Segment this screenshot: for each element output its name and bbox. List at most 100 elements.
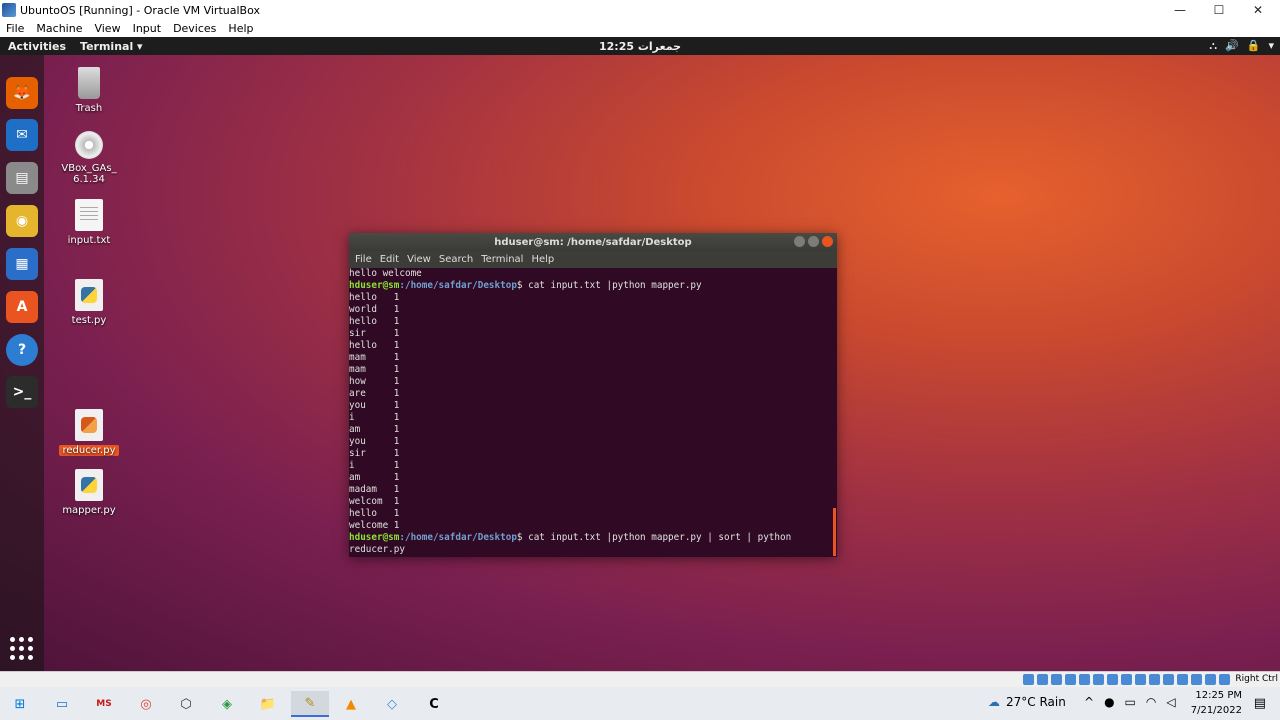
terminal-minimize-button[interactable] <box>794 236 805 247</box>
taskbar-app-1[interactable]: ▭ <box>43 691 81 717</box>
clock-time: 12:25 PM <box>1195 690 1242 701</box>
terminal-line: world 1 <box>349 304 400 315</box>
chevron-down-icon: ▾ <box>1268 39 1274 52</box>
desktop-icon-reducer-py[interactable]: reducer.py <box>59 409 119 456</box>
edge-icon[interactable]: ◈ <box>208 691 246 717</box>
terminal-line: hello 1 <box>349 340 400 351</box>
battery-icon: ▭ <box>1124 695 1136 709</box>
terminal-maximize-button[interactable] <box>808 236 819 247</box>
taskbar-clock[interactable]: 12:25 PM 7/21/2022 <box>1180 688 1242 718</box>
chrome-icon[interactable]: ◎ <box>127 691 165 717</box>
terminal-output-lines: hello 1 world 1 hello 1 sir 1 hello 1 mam 1 ma… <box>349 292 837 532</box>
weather-widget[interactable]: ☁ 27°C Rain <box>988 695 1066 709</box>
taskbar-app-2[interactable]: MS <box>85 691 123 717</box>
terminal-menu-terminal[interactable]: Terminal <box>481 254 523 265</box>
writer-icon[interactable]: ▦ <box>6 248 38 280</box>
virtualbox-app-icon <box>2 3 16 17</box>
terminal-line: you 1 <box>349 400 400 411</box>
menu-file[interactable]: File <box>6 22 24 35</box>
menu-input[interactable]: Input <box>133 22 161 35</box>
prompt-path: :/home/safdar/Desktop <box>399 280 517 291</box>
taskbar-app-10[interactable]: C <box>415 691 453 717</box>
windows-system-tray[interactable]: ^ ● ▭ ◠ ◁ <box>1084 695 1176 709</box>
thunderbird-icon[interactable]: ✉ <box>6 119 38 151</box>
device-status-icons[interactable] <box>1023 674 1230 685</box>
desktop-icon-vbox-gas[interactable]: VBox_GAs_ 6.1.34 <box>59 131 119 185</box>
firefox-icon[interactable]: 🦊 <box>6 77 38 109</box>
terminal-scrollbar[interactable] <box>833 508 836 556</box>
menu-devices[interactable]: Devices <box>173 22 216 35</box>
start-button[interactable]: ⊞ <box>1 691 39 717</box>
system-tray[interactable]: ⛬ 🔊 🔒 ▾ <box>1209 39 1274 53</box>
terminal-menu-file[interactable]: File <box>355 254 372 265</box>
terminal-menubar: File Edit View Search Terminal Help <box>349 251 837 268</box>
menu-view[interactable]: View <box>94 22 120 35</box>
ubuntu-dock: 🦊 ✉ ▤ ◉ ▦ A ? >_ <box>0 55 44 671</box>
terminal-line: hello 1 <box>349 292 400 303</box>
taskbar-app-9[interactable]: ◇ <box>373 691 411 717</box>
terminal-menu-help[interactable]: Help <box>531 254 554 265</box>
gnome-clock[interactable]: جمعرات 12:25 <box>0 40 1280 53</box>
maximize-button[interactable]: ☐ <box>1199 0 1239 20</box>
prompt-user: hduser@sm <box>349 280 400 291</box>
desktop-icon-trash[interactable]: Trash <box>59 67 119 114</box>
terminal-title: hduser@sm: /home/safdar/Desktop <box>494 236 692 248</box>
clock-date: 7/21/2022 <box>1190 705 1242 716</box>
terminal-line: mam 1 <box>349 352 400 363</box>
files-icon[interactable]: ▤ <box>6 162 38 194</box>
terminal-window[interactable]: hduser@sm: /home/safdar/Desktop File Edi… <box>349 233 837 557</box>
terminal-titlebar[interactable]: hduser@sm: /home/safdar/Desktop <box>349 233 837 251</box>
terminal-line: hello 1 <box>349 508 400 519</box>
terminal-line: welcome 1 <box>349 520 400 531</box>
python-file-icon <box>75 409 103 441</box>
terminal-menu-search[interactable]: Search <box>439 254 473 265</box>
terminal-line: am 1 <box>349 424 400 435</box>
menu-machine[interactable]: Machine <box>36 22 82 35</box>
guest-desktop: Activities Terminal ▾ جمعرات 12:25 ⛬ 🔊 🔒… <box>0 37 1280 671</box>
cloud-rain-icon: ☁ <box>988 695 1000 709</box>
terminal-output[interactable]: hello welcome hduser@sm:/home/safdar/Desk… <box>349 268 837 556</box>
terminal-line: sir 1 <box>349 448 400 459</box>
mic-icon: ● <box>1104 695 1115 709</box>
weather-text: 27°C Rain <box>1006 695 1066 709</box>
speaker-icon: ◁ <box>1166 695 1176 709</box>
desktop-icon-input-txt[interactable]: input.txt <box>59 199 119 246</box>
python-file-icon <box>75 469 103 501</box>
desktop-icon-label: Trash <box>75 103 103 114</box>
terminal-line: welcom 1 <box>349 496 400 507</box>
desktop-icon-label: VBox_GAs_ 6.1.34 <box>61 163 117 185</box>
taskbar-app-active[interactable]: ✎ <box>291 691 329 717</box>
prompt-path: :/home/safdar/Desktop <box>399 532 517 543</box>
menu-help[interactable]: Help <box>228 22 253 35</box>
terminal-line: sir 1 <box>349 328 400 339</box>
terminal-menu-view[interactable]: View <box>407 254 431 265</box>
desktop-icon-label: reducer.py <box>59 445 119 456</box>
terminal-line: are 1 <box>349 388 400 399</box>
virtualbox-status-bar: Right Ctrl <box>0 671 1280 687</box>
prompt-user: hduser@sm <box>349 532 400 543</box>
close-button[interactable]: ✕ <box>1238 0 1278 20</box>
software-center-icon[interactable]: A <box>6 291 38 323</box>
desktop-icon-label: input.txt <box>67 235 111 246</box>
terminal-close-button[interactable] <box>822 236 833 247</box>
terminal-menu-edit[interactable]: Edit <box>380 254 399 265</box>
volume-icon: 🔊 <box>1225 39 1239 52</box>
vlc-icon[interactable]: ▲ <box>332 691 370 717</box>
taskbar-app-4[interactable]: ⬡ <box>167 691 205 717</box>
notification-icon[interactable]: ▤ <box>1254 696 1266 711</box>
help-icon[interactable]: ? <box>6 334 38 366</box>
virtualbox-menubar: File Machine View Input Devices Help <box>0 20 1280 37</box>
show-applications-icon[interactable] <box>10 637 34 661</box>
terminal-icon[interactable]: >_ <box>6 376 38 408</box>
wifi-icon: ◠ <box>1145 695 1157 709</box>
desktop-icon-test-py[interactable]: test.py <box>59 279 119 326</box>
minimize-button[interactable]: — <box>1160 0 1200 20</box>
file-explorer-icon[interactable]: 📁 <box>249 691 287 717</box>
gnome-top-bar: Activities Terminal ▾ جمعرات 12:25 ⛬ 🔊 🔒… <box>0 37 1280 55</box>
rhythmbox-icon[interactable]: ◉ <box>6 205 38 237</box>
desktop-icon-mapper-py[interactable]: mapper.py <box>59 469 119 516</box>
terminal-line: i 1 <box>349 412 400 423</box>
terminal-line: hello 1 <box>349 316 400 327</box>
text-file-icon <box>75 199 103 231</box>
terminal-line: am 1 <box>349 472 400 483</box>
